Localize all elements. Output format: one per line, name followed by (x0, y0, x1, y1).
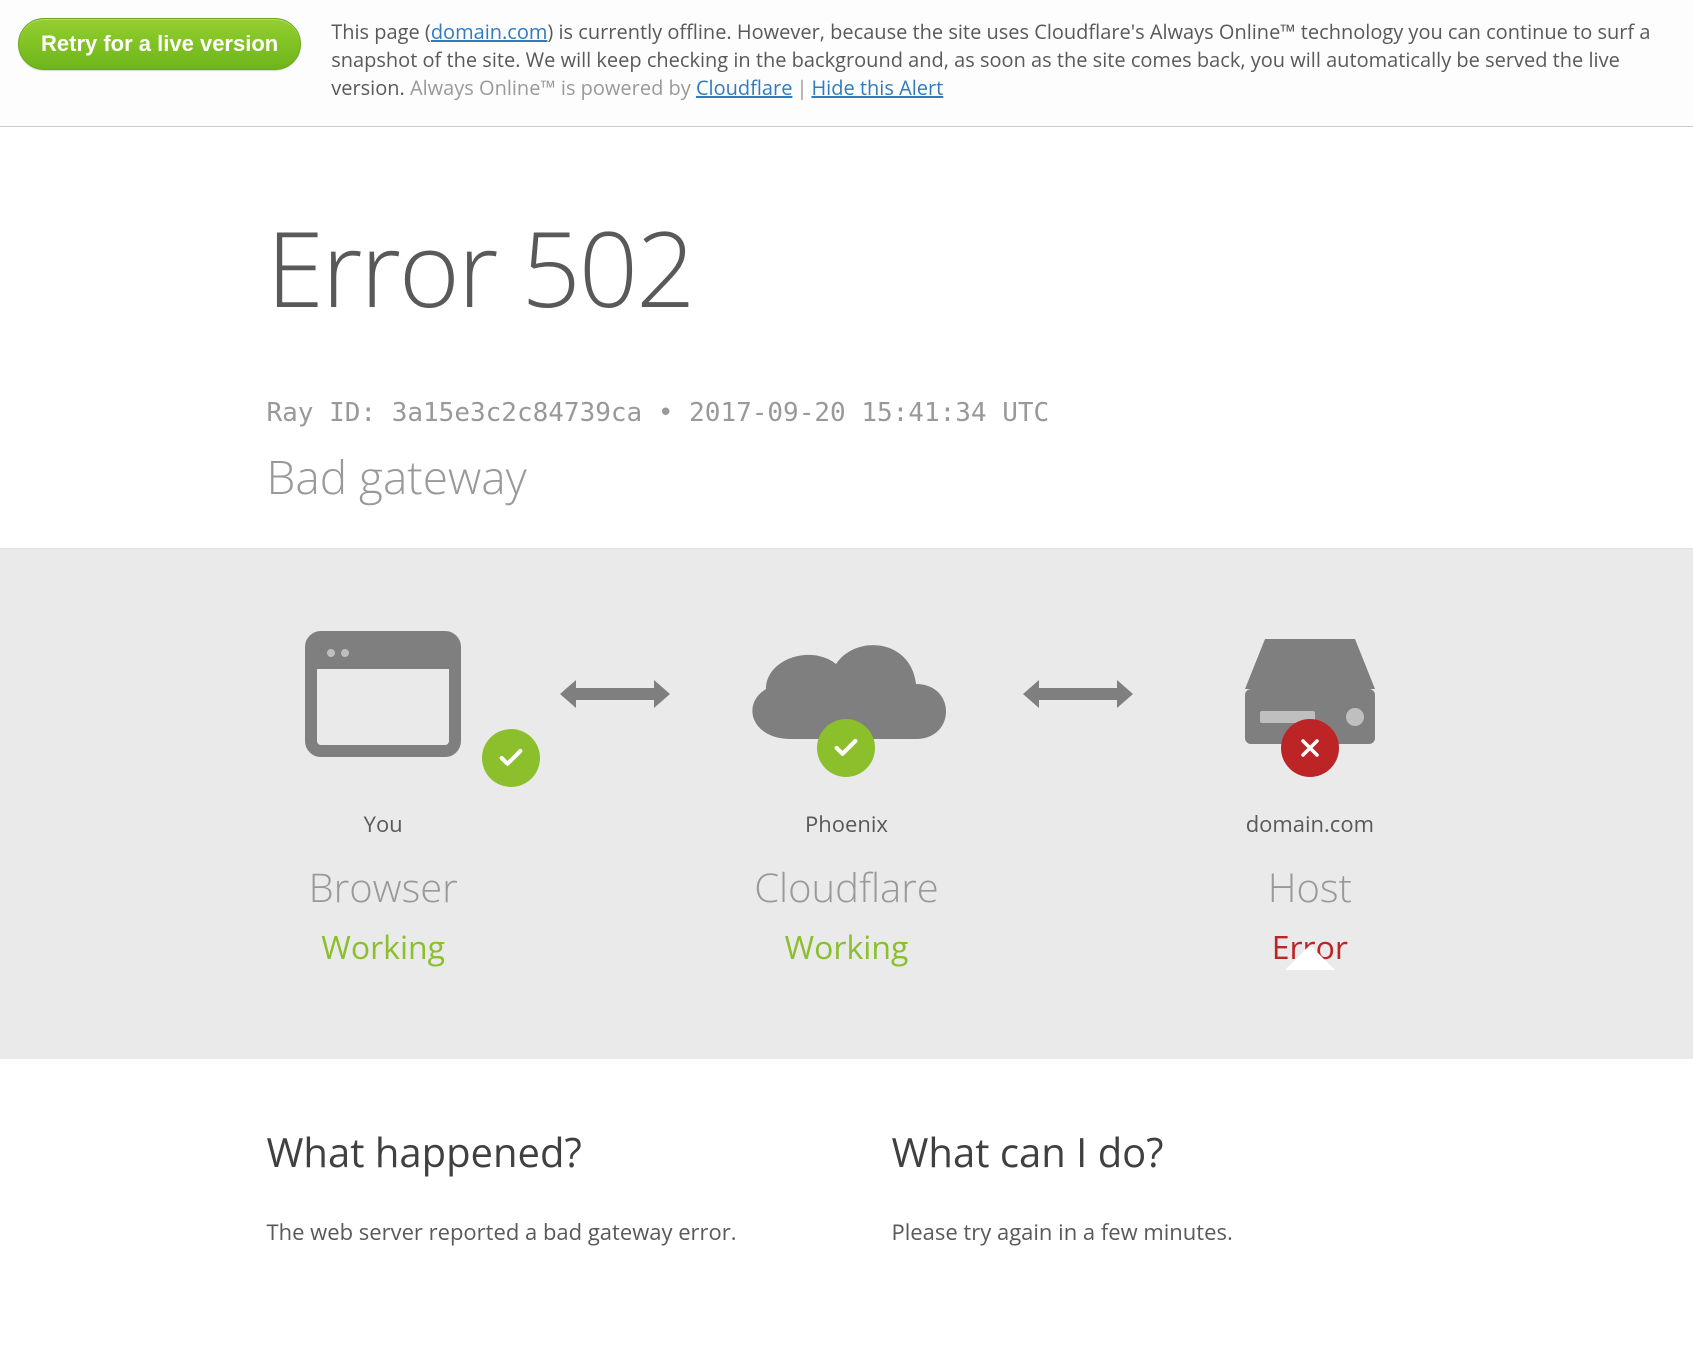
check-icon (817, 719, 875, 777)
cloud-icon (670, 619, 1023, 769)
error-title: Error 502 (267, 197, 1427, 338)
node-browser-title: Browser (207, 859, 560, 914)
what-can-i-do-text: Please try again in a few minutes. (892, 1217, 1427, 1247)
diagram-band: You Browser Working Phoenix Cloudflare W… (0, 548, 1693, 1059)
alert-text: This page (domain.com) is currently offl… (331, 18, 1693, 102)
ray-id-line: Ray ID: 3a15e3c2c84739ca • 2017-09-20 15… (267, 338, 1427, 428)
x-icon (1281, 719, 1339, 777)
node-browser: You Browser Working (207, 619, 560, 969)
node-host: domain.com Host Error (1133, 619, 1486, 969)
what-can-i-do-heading: What can I do? (892, 1124, 1427, 1179)
explain-what-happened: What happened? The web server reported a… (267, 1124, 802, 1247)
node-cloudflare-status: Working (670, 926, 1023, 969)
alert-powered-pre: Always Online™ is powered by (410, 74, 696, 101)
arrow-icon (560, 619, 670, 769)
explanation-section: What happened? The web server reported a… (207, 1059, 1487, 1287)
check-icon (482, 729, 540, 787)
alert-domain-link[interactable]: domain.com (431, 18, 548, 45)
alert-text-1: This page ( (331, 18, 431, 45)
node-browser-label: You (207, 809, 560, 839)
alert-hide-link[interactable]: Hide this Alert (811, 74, 943, 101)
error-header: Error 502 Ray ID: 3a15e3c2c84739ca • 201… (207, 127, 1487, 548)
what-happened-text: The web server reported a bad gateway er… (267, 1217, 802, 1247)
node-browser-status: Working (207, 926, 560, 969)
what-happened-heading: What happened? (267, 1124, 802, 1179)
node-cloudflare-label: Phoenix (670, 809, 1023, 839)
node-host-title: Host (1133, 859, 1486, 914)
alert-separator: | (792, 74, 811, 101)
pointer-triangle-icon (1285, 945, 1335, 970)
retry-button[interactable]: Retry for a live version (18, 18, 301, 70)
error-subtitle: Bad gateway (267, 428, 1427, 508)
always-online-alert: Retry for a live version This page (doma… (0, 0, 1693, 127)
node-host-label: domain.com (1133, 809, 1486, 839)
alert-cloudflare-link[interactable]: Cloudflare (696, 74, 792, 101)
browser-icon (207, 619, 560, 769)
explain-what-can-i-do: What can I do? Please try again in a few… (892, 1124, 1427, 1247)
arrow-icon (1023, 619, 1133, 769)
node-cloudflare-title: Cloudflare (670, 859, 1023, 914)
server-icon (1133, 619, 1486, 769)
connection-diagram: You Browser Working Phoenix Cloudflare W… (207, 619, 1487, 969)
node-cloudflare: Phoenix Cloudflare Working (670, 619, 1023, 969)
